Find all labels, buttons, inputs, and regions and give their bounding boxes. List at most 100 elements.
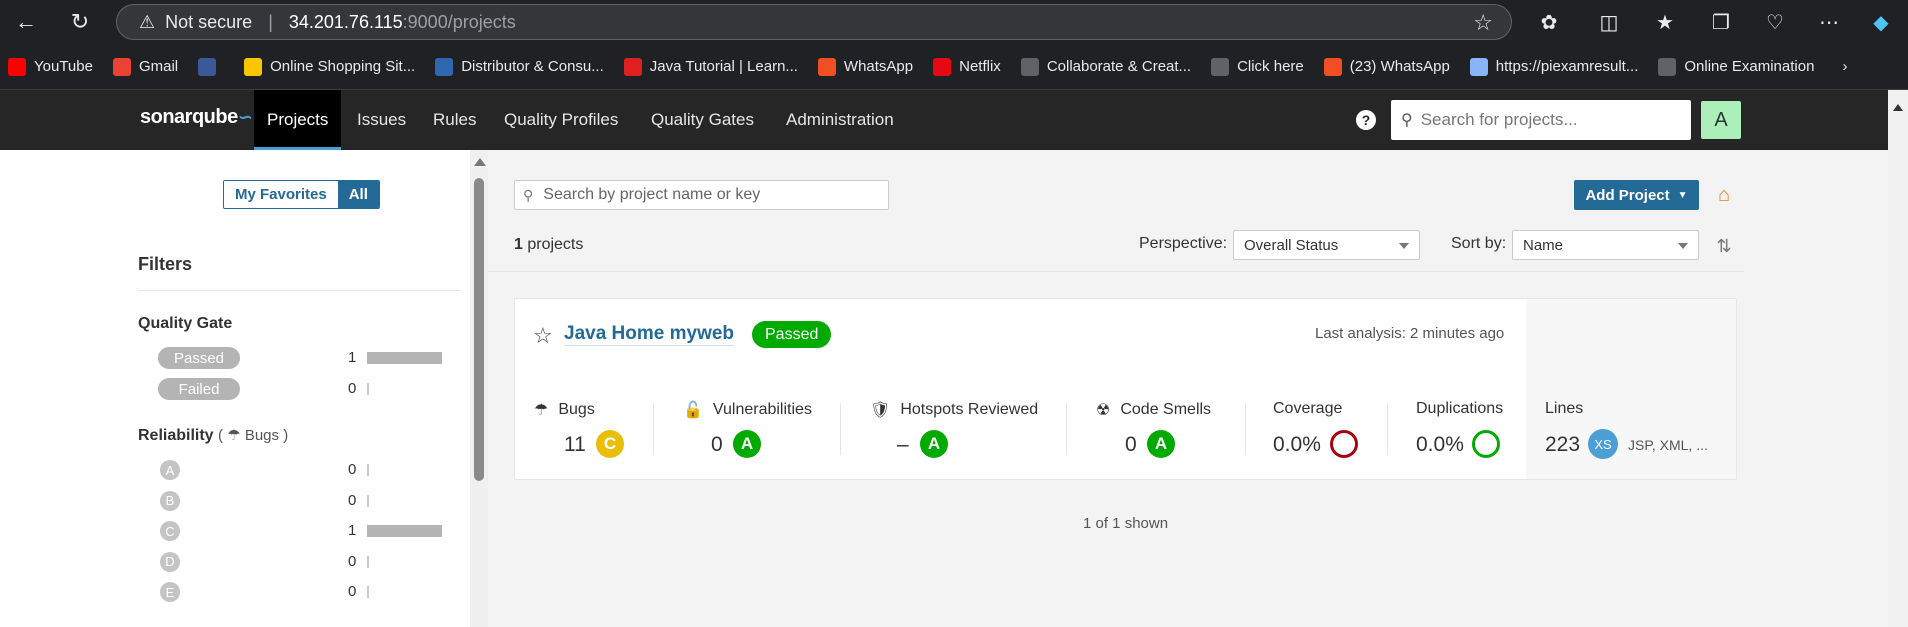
bookmark-item[interactable]: https://piexamresult... bbox=[1469, 57, 1639, 76]
scroll-up-icon[interactable] bbox=[474, 158, 486, 166]
split-screen-icon[interactable]: ◫ bbox=[1596, 9, 1622, 35]
vulnerabilities-rating[interactable]: A bbox=[733, 430, 761, 458]
back-icon[interactable]: ← bbox=[12, 8, 40, 36]
help-icon[interactable]: ? bbox=[1356, 110, 1376, 130]
bookmark-item[interactable]: YouTube bbox=[8, 57, 93, 76]
facet-rating-d[interactable]: D bbox=[160, 551, 180, 572]
search-icon: ⚲ bbox=[1401, 112, 1413, 129]
vulnerabilities-value[interactable]: 0 bbox=[711, 433, 723, 457]
facet-rating-bar bbox=[367, 555, 369, 568]
bookmark-label: (23) WhatsApp bbox=[1349, 58, 1450, 75]
perspective-select[interactable]: Overall Status bbox=[1233, 230, 1420, 260]
sort-order-icon[interactable]: ⇅ bbox=[1713, 234, 1735, 258]
my-favorites-button[interactable]: My Favorites bbox=[224, 181, 338, 208]
bugs-value[interactable]: 11 bbox=[564, 433, 586, 457]
nav-quality-gates[interactable]: Quality Gates bbox=[638, 90, 767, 150]
address-bar[interactable]: ⚠ Not secure | 34.201.76.115:9000/projec… bbox=[116, 4, 1512, 40]
bugs-label[interactable]: ☂ Bugs bbox=[534, 400, 595, 420]
coverage-ring-icon[interactable] bbox=[1330, 430, 1358, 458]
projects-count: 1 projects bbox=[514, 236, 583, 254]
facet-failed-count: 0 bbox=[348, 380, 357, 397]
bookmark-item[interactable]: Collaborate & Creat... bbox=[1020, 57, 1192, 76]
copilot-icon[interactable]: ◆ bbox=[1868, 9, 1894, 35]
bookmark-label: Click here bbox=[1237, 58, 1304, 75]
duplications-ring-icon[interactable] bbox=[1472, 430, 1500, 458]
projects-count-suffix: projects bbox=[522, 236, 584, 253]
duplications-value[interactable]: 0.0% bbox=[1416, 433, 1464, 457]
bookmark-item[interactable]: Netflix bbox=[933, 57, 1001, 76]
hotspots-value[interactable]: – bbox=[897, 433, 909, 457]
bookmark-label: Collaborate & Creat... bbox=[1046, 58, 1192, 75]
global-search-input[interactable]: ⚲ Search for projects... bbox=[1391, 100, 1691, 140]
more-bookmarks-icon[interactable]: › bbox=[1842, 58, 1847, 75]
sidebar-scrollbar[interactable] bbox=[470, 150, 488, 627]
facet-rating-c[interactable]: C bbox=[160, 521, 180, 541]
search-icon: ⚲ bbox=[523, 186, 534, 203]
bookmark-item[interactable]: Distributor & Consu... bbox=[435, 57, 604, 76]
sidebar-scroll-thumb[interactable] bbox=[474, 178, 484, 481]
hotspots-label[interactable]: 🛡 Hotspots Reviewed bbox=[870, 400, 1038, 420]
code-smells-rating[interactable]: A bbox=[1147, 430, 1175, 458]
add-project-label: Add Project bbox=[1585, 186, 1670, 204]
duplications-label[interactable]: Duplications bbox=[1416, 400, 1503, 418]
add-project-button[interactable]: Add Project ▼ bbox=[1574, 180, 1699, 210]
facet-rating-a[interactable]: A bbox=[160, 460, 180, 480]
bookmark-favicon-icon bbox=[1020, 57, 1039, 76]
scroll-up-icon[interactable] bbox=[1893, 104, 1903, 111]
bookmark-item[interactable] bbox=[198, 57, 224, 76]
facet-rating-b[interactable]: B bbox=[160, 490, 180, 511]
favorite-star-icon[interactable]: ☆ bbox=[533, 323, 553, 349]
code-smells-value[interactable]: 0 bbox=[1125, 433, 1137, 457]
facet-failed[interactable]: Failed bbox=[158, 378, 240, 400]
url-host: 34.201.76.115 bbox=[288, 11, 403, 32]
coverage-value[interactable]: 0.0% bbox=[1273, 433, 1321, 457]
favorites-icon[interactable]: ★ bbox=[1652, 9, 1678, 35]
project-name-link[interactable]: Java Home myweb bbox=[564, 323, 735, 346]
metric-divider bbox=[1245, 403, 1246, 455]
code-smells-label[interactable]: ☢ Code Smells bbox=[1096, 400, 1211, 420]
bookmark-item[interactable]: WhatsApp bbox=[817, 57, 913, 76]
bookmark-item[interactable]: Java Tutorial | Learn... bbox=[623, 57, 798, 76]
bookmark-label: https://piexamresult... bbox=[1495, 58, 1639, 75]
lock-icon: 🔓 bbox=[683, 402, 703, 419]
sonarqube-logo[interactable]: sonarqube∽ bbox=[140, 106, 253, 129]
nav-issues[interactable]: Issues bbox=[344, 90, 419, 150]
bookmark-item[interactable]: Gmail bbox=[112, 57, 178, 76]
bookmark-label: Java Tutorial | Learn... bbox=[649, 58, 798, 75]
bookmark-item[interactable]: Online Shopping Sit... bbox=[244, 57, 415, 76]
vulnerabilities-label[interactable]: 🔓 Vulnerabilities bbox=[683, 400, 812, 420]
all-button[interactable]: All bbox=[337, 181, 379, 208]
facet-rating-bar bbox=[367, 464, 369, 476]
facet-rating-e[interactable]: E bbox=[160, 582, 180, 602]
facet-passed[interactable]: Passed bbox=[158, 347, 240, 369]
collections-icon[interactable]: ❐ bbox=[1708, 9, 1734, 35]
page-scrollbar[interactable] bbox=[1888, 90, 1908, 627]
hotspots-rating[interactable]: A bbox=[920, 430, 948, 458]
coverage-label[interactable]: Coverage bbox=[1273, 400, 1342, 418]
health-icon[interactable]: ♡ bbox=[1762, 9, 1788, 35]
avatar[interactable]: A bbox=[1701, 101, 1741, 139]
bookmark-item[interactable]: Online Examination bbox=[1658, 57, 1814, 76]
bookmark-item[interactable]: Click here bbox=[1211, 57, 1304, 76]
home-icon[interactable]: ⌂ bbox=[1713, 184, 1735, 206]
bookmark-favicon-icon bbox=[112, 57, 131, 76]
nav-rules[interactable]: Rules bbox=[420, 90, 489, 150]
filters-sidebar: My Favorites All Filters Quality Gate Pa… bbox=[0, 150, 470, 627]
quality-gate-facet-title: Quality Gate bbox=[138, 315, 233, 332]
nav-quality-profiles[interactable]: Quality Profiles bbox=[491, 90, 631, 150]
bugs-rating[interactable]: C bbox=[596, 430, 624, 458]
nav-projects[interactable]: Projects bbox=[254, 90, 342, 150]
bookmark-favicon-icon bbox=[1658, 57, 1677, 76]
reload-icon[interactable]: ↻ bbox=[66, 8, 94, 36]
bookmark-star-icon[interactable]: ☆ bbox=[1473, 10, 1493, 36]
facet-rating-count: 0 bbox=[348, 583, 357, 600]
bookmark-label: YouTube bbox=[34, 58, 93, 75]
bookmark-item[interactable]: (23) WhatsApp bbox=[1323, 57, 1450, 76]
sort-select[interactable]: Name bbox=[1512, 230, 1699, 260]
nav-administration[interactable]: Administration bbox=[773, 90, 907, 150]
facet-rating-count: 1 bbox=[348, 522, 357, 539]
project-search-input[interactable]: ⚲ Search by project name or key bbox=[514, 180, 889, 210]
perspective-label: Perspective: bbox=[1139, 235, 1228, 252]
more-menu-icon[interactable]: ⋯ bbox=[1816, 9, 1842, 35]
extensions-icon[interactable]: ✿ bbox=[1536, 9, 1562, 35]
